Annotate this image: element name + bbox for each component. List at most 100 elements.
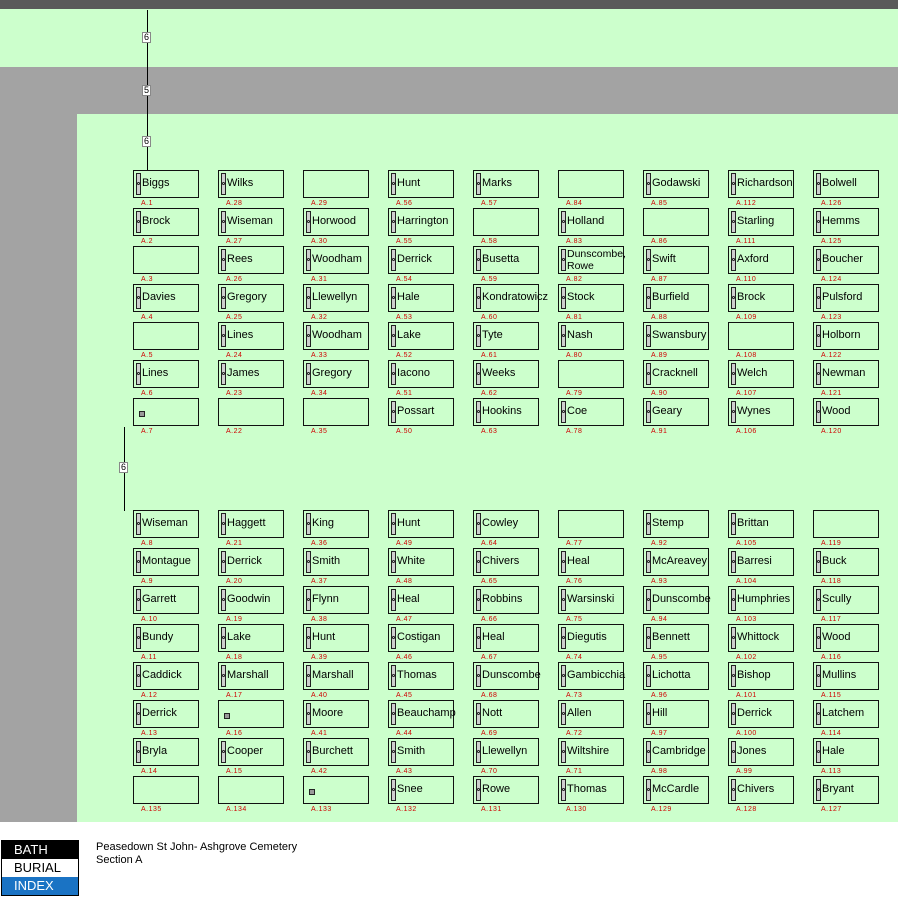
grave-plot[interactable]: Swansbury xyxy=(643,322,709,350)
grave-plot[interactable]: Boucher xyxy=(813,246,879,274)
grave-plot[interactable]: Wilks xyxy=(218,170,284,198)
grave-plot[interactable]: Stock xyxy=(558,284,624,312)
grave-plot[interactable] xyxy=(558,360,624,388)
grave-plot[interactable]: Heal xyxy=(473,624,539,652)
grave-plot[interactable]: Wood xyxy=(813,398,879,426)
grave-plot[interactable]: Garrett xyxy=(133,586,199,614)
grave-plot[interactable] xyxy=(813,510,879,538)
grave-plot[interactable]: Humphries xyxy=(728,586,794,614)
grave-plot[interactable]: Montague xyxy=(133,548,199,576)
grave-plot[interactable]: Hunt xyxy=(303,624,369,652)
grave-plot[interactable]: Jones xyxy=(728,738,794,766)
grave-plot[interactable]: Haggett xyxy=(218,510,284,538)
grave-plot[interactable]: Nash xyxy=(558,322,624,350)
grave-plot[interactable]: Barresi xyxy=(728,548,794,576)
grave-plot[interactable]: Chivers xyxy=(728,776,794,804)
grave-plot[interactable]: Buck xyxy=(813,548,879,576)
grave-plot[interactable]: Gregory xyxy=(218,284,284,312)
grave-plot[interactable]: Flynn xyxy=(303,586,369,614)
grave-plot[interactable]: Harrington xyxy=(388,208,454,236)
grave-plot[interactable]: Cambridge xyxy=(643,738,709,766)
grave-plot[interactable]: Lake xyxy=(218,624,284,652)
grave-plot[interactable]: Welch xyxy=(728,360,794,388)
grave-plot[interactable]: Bryla xyxy=(133,738,199,766)
grave-plot[interactable]: Mullins xyxy=(813,662,879,690)
grave-plot[interactable]: Marshall xyxy=(303,662,369,690)
grave-plot[interactable]: Beauchamp xyxy=(388,700,456,728)
grave-plot[interactable]: Axford xyxy=(728,246,794,274)
grave-plot[interactable]: Newman xyxy=(813,360,879,388)
grave-plot[interactable]: Swift xyxy=(643,246,709,274)
grave-plot[interactable]: Horwood xyxy=(303,208,369,236)
grave-plot[interactable] xyxy=(218,398,284,426)
grave-plot[interactable]: Biggs xyxy=(133,170,199,198)
grave-plot[interactable]: Nott xyxy=(473,700,539,728)
grave-plot[interactable]: Cracknell xyxy=(643,360,709,388)
grave-plot[interactable]: Lines xyxy=(133,360,199,388)
grave-plot[interactable] xyxy=(473,208,539,236)
grave-plot[interactable] xyxy=(133,246,199,274)
grave-plot[interactable]: Holborn xyxy=(813,322,879,350)
grave-plot[interactable]: Hale xyxy=(813,738,879,766)
grave-plot[interactable]: Goodwin xyxy=(218,586,284,614)
grave-plot[interactable]: Hemms xyxy=(813,208,879,236)
grave-plot[interactable]: Wood xyxy=(813,624,879,652)
grave-plot[interactable]: James xyxy=(218,360,284,388)
grave-plot[interactable] xyxy=(643,208,709,236)
grave-plot[interactable] xyxy=(133,776,199,804)
grave-plot[interactable]: Bryant xyxy=(813,776,879,804)
grave-plot[interactable]: Hill xyxy=(643,700,709,728)
grave-plot[interactable]: Allen xyxy=(558,700,624,728)
grave-plot[interactable]: Derrick xyxy=(133,700,199,728)
grave-plot[interactable]: Burfield xyxy=(643,284,709,312)
grave-plot[interactable]: Dunscombe xyxy=(473,662,541,690)
grave-plot[interactable]: Wiseman xyxy=(133,510,199,538)
grave-plot[interactable] xyxy=(303,398,369,426)
grave-plot[interactable] xyxy=(218,776,284,804)
grave-plot[interactable]: Gregory xyxy=(303,360,369,388)
grave-plot[interactable]: Heal xyxy=(558,548,624,576)
grave-plot[interactable]: Weeks xyxy=(473,360,539,388)
grave-plot[interactable]: Hale xyxy=(388,284,454,312)
grave-plot[interactable]: Thomas xyxy=(388,662,454,690)
grave-plot[interactable]: Diegutis xyxy=(558,624,624,652)
grave-plot[interactable]: Woodham xyxy=(303,322,369,350)
grave-plot[interactable] xyxy=(303,776,369,804)
grave-plot[interactable]: Burchett xyxy=(303,738,369,766)
grave-plot[interactable]: Thomas xyxy=(558,776,624,804)
grave-plot[interactable]: Wynes xyxy=(728,398,794,426)
grave-plot[interactable]: Llewellyn xyxy=(473,738,539,766)
grave-plot[interactable]: Derrick xyxy=(728,700,794,728)
grave-plot[interactable] xyxy=(558,170,624,198)
grave-plot[interactable]: Dunscombe, Rowe xyxy=(558,246,626,274)
grave-plot[interactable]: Bundy xyxy=(133,624,199,652)
grave-plot[interactable]: Llewellyn xyxy=(303,284,369,312)
grave-plot[interactable]: Geary xyxy=(643,398,709,426)
grave-plot[interactable]: Cooper xyxy=(218,738,284,766)
grave-plot[interactable] xyxy=(558,510,624,538)
grave-plot[interactable]: Brock xyxy=(728,284,794,312)
grave-plot[interactable]: Smith xyxy=(388,738,454,766)
grave-plot[interactable]: Derrick xyxy=(388,246,454,274)
grave-plot[interactable]: Iacono xyxy=(388,360,454,388)
grave-plot[interactable]: Scully xyxy=(813,586,879,614)
grave-plot[interactable]: Possart xyxy=(388,398,454,426)
grave-plot[interactable]: Kondratowicz xyxy=(473,284,548,312)
grave-plot[interactable]: Woodham xyxy=(303,246,369,274)
grave-plot[interactable] xyxy=(133,322,199,350)
grave-plot[interactable]: Hookins xyxy=(473,398,539,426)
grave-plot[interactable]: White xyxy=(388,548,454,576)
grave-plot[interactable]: Tyte xyxy=(473,322,539,350)
grave-plot[interactable]: Pulsford xyxy=(813,284,879,312)
grave-plot[interactable]: Cowley xyxy=(473,510,539,538)
grave-plot[interactable]: Latchem xyxy=(813,700,879,728)
grave-plot[interactable] xyxy=(133,398,199,426)
grave-plot[interactable]: Caddick xyxy=(133,662,199,690)
grave-plot[interactable]: Gambicchia xyxy=(558,662,625,690)
grave-plot[interactable]: Hunt xyxy=(388,510,454,538)
grave-plot[interactable]: Robbins xyxy=(473,586,539,614)
grave-plot[interactable]: Godawski xyxy=(643,170,709,198)
grave-plot[interactable]: Warsinski xyxy=(558,586,624,614)
grave-plot[interactable]: Wiltshire xyxy=(558,738,624,766)
grave-plot[interactable]: Marshall xyxy=(218,662,284,690)
